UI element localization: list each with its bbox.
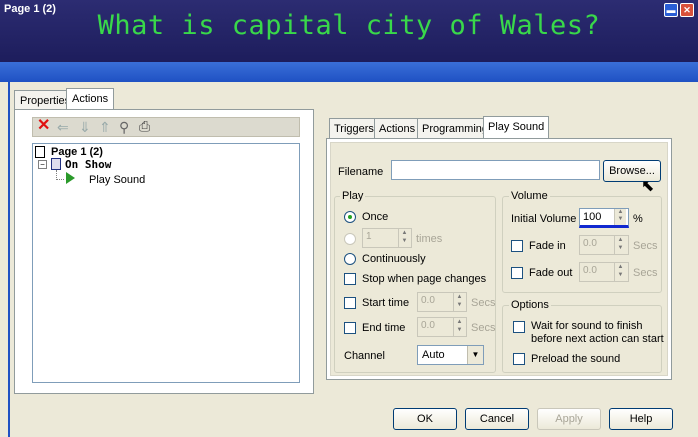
fade-in-checkbox[interactable]: [511, 240, 523, 252]
page-icon: [35, 146, 45, 158]
ok-button[interactable]: OK: [393, 408, 457, 430]
times-spinner[interactable]: ▲ ▼: [398, 229, 410, 247]
arrow-left-icon[interactable]: ⇐: [57, 120, 69, 134]
print-icon[interactable]: ⎙: [139, 119, 150, 133]
cancel-button[interactable]: Cancel: [465, 408, 529, 430]
collapse-icon[interactable]: −: [38, 160, 47, 169]
once-radio[interactable]: [344, 211, 356, 223]
arrow-down-icon[interactable]: ⇓: [79, 120, 91, 134]
start-secs-label: Secs: [471, 297, 496, 309]
end-time-label: End time: [362, 322, 406, 334]
times-radio[interactable]: [344, 233, 356, 245]
end-secs-label: Secs: [471, 322, 496, 334]
start-time-label: Start time: [362, 297, 410, 309]
wait-label: Wait for sound to finish: [531, 320, 643, 332]
continuously-radio[interactable]: [344, 253, 356, 265]
preload-label: Preload the sound: [531, 353, 621, 365]
options-legend: Options: [509, 299, 551, 311]
tree-connector: [56, 170, 64, 180]
initial-volume-label: Initial Volume: [511, 213, 577, 225]
fade-out-label: Fade out: [529, 267, 573, 279]
tree-event[interactable]: On Show: [65, 158, 111, 171]
apply-button[interactable]: Apply: [537, 408, 601, 430]
volume-spinner[interactable]: ▲ ▼: [614, 209, 626, 225]
percent-label: %: [633, 213, 643, 225]
question-title: What is capital city of Wales?: [97, 10, 601, 41]
filename-label: Filename: [338, 166, 384, 178]
volume-legend: Volume: [509, 190, 550, 202]
arrow-up-icon[interactable]: ⇑: [99, 120, 111, 134]
stop-when-label: Stop when page changes: [362, 273, 487, 285]
mouse-cursor-icon: ⬉: [641, 178, 655, 195]
fade-in-secs: Secs: [633, 240, 658, 252]
tab-actions-right[interactable]: Actions: [374, 118, 421, 138]
tab-triggers[interactable]: Triggers: [329, 118, 379, 138]
play-legend: Play: [340, 190, 366, 202]
tree-action[interactable]: Play Sound: [89, 174, 145, 186]
tree-structure-icon[interactable]: ⚲: [119, 120, 129, 134]
fade-in-label: Fade in: [529, 240, 566, 252]
continuously-label: Continuously: [362, 253, 426, 265]
preload-checkbox[interactable]: [513, 353, 525, 365]
event-icon: [51, 158, 61, 170]
fade-out-spinner[interactable]: ▲ ▼: [614, 263, 626, 281]
chevron-down-icon[interactable]: ▼: [467, 346, 483, 364]
tree-root[interactable]: Page 1 (2): [51, 146, 103, 158]
minimize-button[interactable]: ▬: [664, 3, 678, 17]
play-icon: [66, 172, 75, 184]
channel-label: Channel: [344, 350, 385, 362]
tab-actions[interactable]: Actions: [66, 88, 115, 110]
tab-play-sound[interactable]: Play Sound: [483, 116, 550, 138]
once-label: Once: [362, 211, 389, 223]
end-time-checkbox[interactable]: [344, 322, 356, 334]
fade-out-checkbox[interactable]: [511, 267, 523, 279]
close-button[interactable]: ✕: [680, 3, 694, 17]
filename-input[interactable]: [391, 160, 600, 180]
times-label: times: [416, 233, 443, 245]
fade-in-spinner[interactable]: ▲ ▼: [614, 236, 626, 254]
channel-value: Auto: [422, 349, 445, 361]
start-time-spinner[interactable]: ▲ ▼: [453, 293, 465, 311]
help-button[interactable]: Help: [609, 408, 673, 430]
start-time-checkbox[interactable]: [344, 297, 356, 309]
tree-toolbar: [32, 117, 300, 137]
wait-label-line2: before next action can start: [531, 333, 664, 345]
wait-checkbox[interactable]: [513, 321, 525, 333]
tab-programming[interactable]: Programming: [417, 118, 494, 138]
fade-out-secs: Secs: [633, 267, 658, 279]
delete-icon[interactable]: ✕: [37, 118, 50, 134]
window-title: Page 1 (2): [4, 3, 56, 15]
end-time-spinner[interactable]: ▲ ▼: [453, 318, 465, 336]
stop-when-checkbox[interactable]: [344, 273, 356, 285]
window-titlebar: [0, 62, 698, 82]
